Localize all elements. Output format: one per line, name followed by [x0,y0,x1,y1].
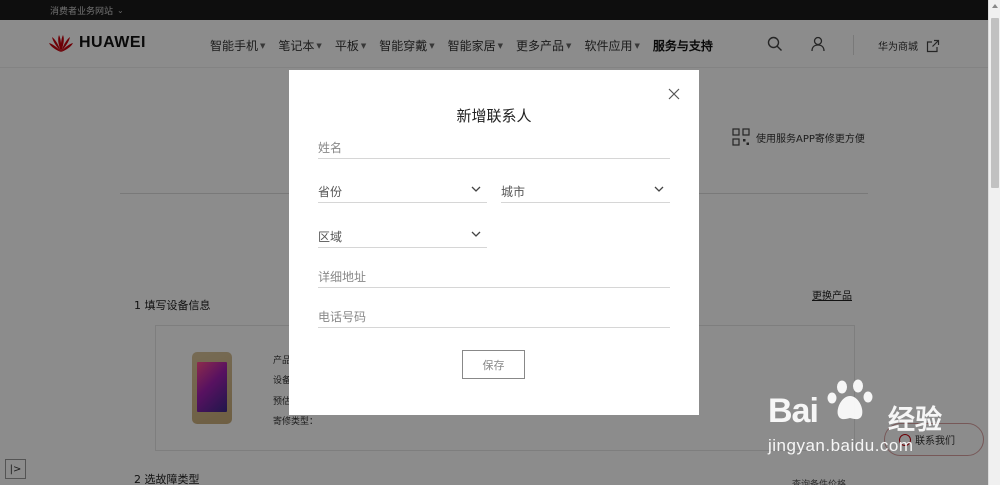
district-label: 区域 [318,230,343,244]
chevron-down-icon [471,231,481,237]
chevron-down-icon [471,186,481,192]
chevron-down-icon [654,186,664,192]
page-scrollbar[interactable] [988,0,1000,485]
save-button[interactable]: 保存 [462,350,525,379]
close-icon-graphic [668,88,680,100]
name-placeholder: 姓名 [318,141,343,155]
province-label: 省份 [318,185,343,199]
baidu-paw-icon [827,379,873,420]
phone-field[interactable]: 电话号码 [318,306,670,328]
baidu-jingyan-watermark: Bai 经验 jingyan.baidu.com [766,378,981,463]
district-select[interactable]: 区域 [318,226,487,248]
phone-placeholder: 电话号码 [318,310,367,324]
city-label: 城市 [501,185,526,199]
name-field[interactable]: 姓名 [318,137,670,159]
scroll-up-icon[interactable] [992,4,998,8]
scrollbar-thumb[interactable] [991,18,999,188]
add-contact-dialog: 新增联系人 姓名 省份 城市 区域 详细地址 电话号码 保存 [289,70,699,415]
close-icon[interactable] [668,85,680,104]
address-field[interactable]: 详细地址 [318,266,670,288]
address-placeholder: 详细地址 [318,270,367,284]
watermark-url: jingyan.baidu.com [768,436,914,455]
city-select[interactable]: 城市 [501,181,670,203]
watermark-brand-cn: 经验 [888,405,942,435]
province-select[interactable]: 省份 [318,181,487,203]
watermark-brand: Bai [768,392,819,430]
dialog-title: 新增联系人 [456,107,532,125]
